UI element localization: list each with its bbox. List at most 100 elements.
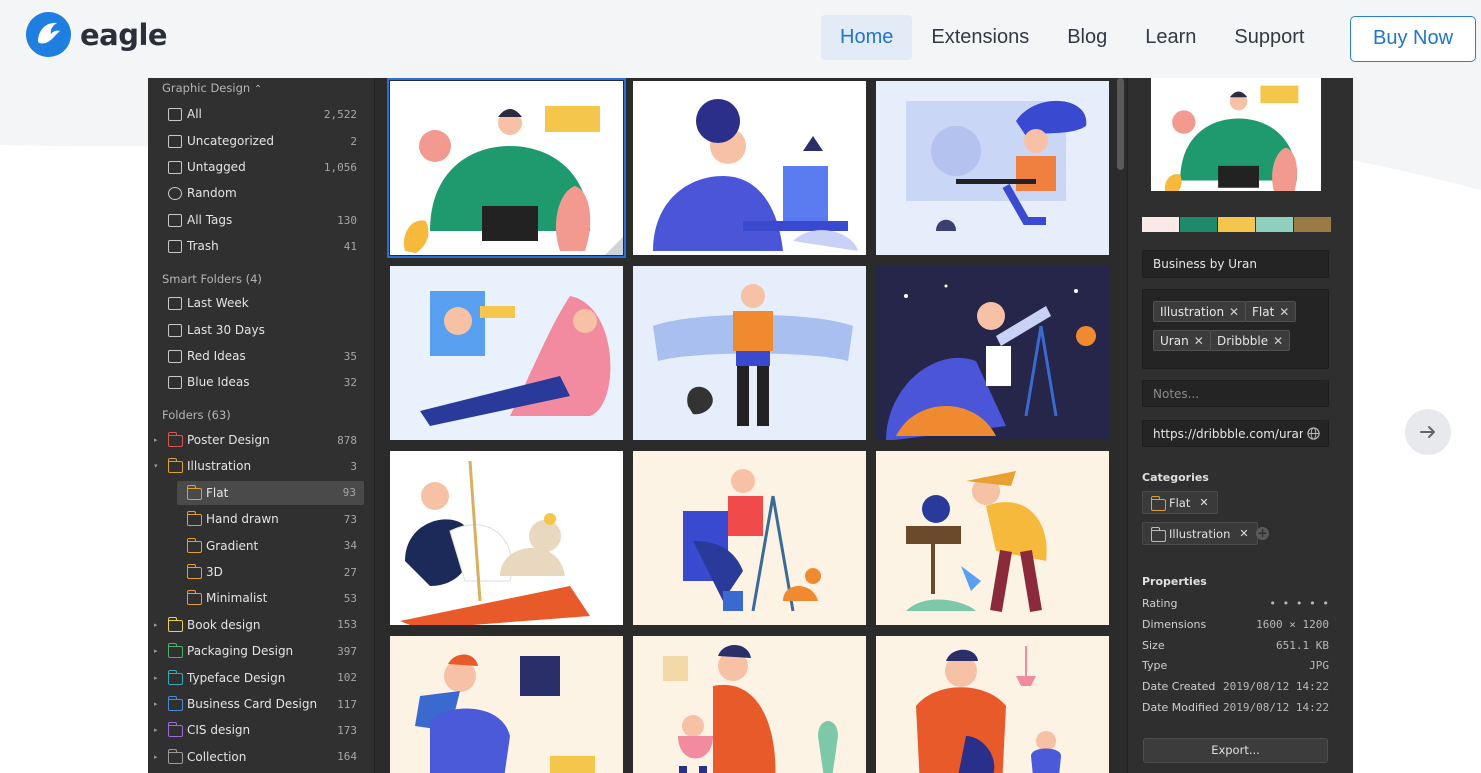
thumbnail-telescope-night[interactable] — [876, 266, 1109, 440]
tag-editor[interactable]: Illustration ✕ Flat ✕ Uran ✕ Dribbble ✕ — [1142, 289, 1329, 369]
buy-now-button[interactable]: Buy Now — [1350, 16, 1476, 62]
palette-swatch[interactable] — [1218, 217, 1255, 232]
folder-item[interactable]: ▸ CIS design 173 — [148, 718, 374, 742]
folders-heading[interactable]: Folders (63) — [162, 408, 231, 422]
library-switcher[interactable]: Graphic Design ⌃ — [162, 81, 262, 95]
nav-extensions[interactable]: Extensions — [912, 15, 1048, 60]
remove-tag-icon[interactable]: ✕ — [1279, 305, 1289, 319]
sidebar-item-trash[interactable]: Trash 41 — [148, 234, 374, 258]
smart-folder-last-30-days[interactable]: Last 30 Days — [148, 318, 374, 342]
nav-support[interactable]: Support — [1215, 15, 1323, 60]
collapsed-caret-icon[interactable]: ▸ — [154, 726, 158, 734]
add-category-icon[interactable]: + — [1256, 527, 1269, 540]
nav-learn[interactable]: Learn — [1126, 15, 1215, 60]
top-navigation: eagle Home Extensions Blog Learn Support… — [0, 0, 1481, 78]
thumbnail-man-cat-fishing[interactable] — [390, 451, 623, 625]
selected-item-preview[interactable] — [1151, 78, 1321, 191]
collapsed-caret-icon[interactable]: ▸ — [154, 674, 158, 682]
folder-item[interactable]: ▸ Collection 164 — [148, 745, 374, 769]
notes-field[interactable]: Notes... — [1142, 380, 1329, 407]
property-label: Date Created — [1142, 680, 1216, 694]
folder-label: Illustration — [187, 459, 252, 474]
smart-folder-last-week[interactable]: Last Week — [148, 291, 374, 315]
category-flat[interactable]: Flat ✕ — [1142, 491, 1218, 514]
nav-blog[interactable]: Blog — [1048, 15, 1126, 60]
folder-icon — [167, 458, 183, 474]
remove-category-icon[interactable]: ✕ — [1199, 496, 1208, 509]
palette-swatch[interactable] — [1294, 217, 1331, 232]
thumbnail-woman-laptop-bird[interactable] — [633, 81, 866, 255]
folder-item[interactable]: ▸ Packaging Design 397 — [148, 639, 374, 663]
smart-folder-blue-ideas[interactable]: Blue Ideas 32 — [148, 370, 374, 394]
thumbnail-man-vr-cat[interactable] — [633, 266, 866, 440]
folder-item[interactable]: Gradient 34 — [148, 534, 374, 558]
remove-tag-icon[interactable]: ✕ — [1194, 334, 1204, 348]
folder-item[interactable]: Minimalist 53 — [148, 586, 374, 610]
category-illustration[interactable]: Illustration ✕ — [1142, 522, 1258, 545]
thumbnail-mother-child-tea[interactable] — [876, 636, 1109, 773]
property-value: JPG — [1309, 659, 1329, 673]
remove-tag-icon[interactable]: ✕ — [1229, 305, 1239, 319]
folder-item[interactable]: ▸ Poster Design 878 — [148, 428, 374, 452]
folder-item[interactable]: Flat 93 — [177, 480, 364, 505]
export-button[interactable]: Export... — [1143, 738, 1328, 763]
thumbnail-father-child-painting[interactable] — [633, 636, 866, 773]
palette-swatch[interactable] — [1256, 217, 1293, 232]
thumbnail-gardener-watering[interactable] — [876, 451, 1109, 625]
folder-icon — [186, 590, 202, 606]
zoom-corner-icon[interactable] — [605, 237, 623, 255]
next-slide-button[interactable] — [1405, 409, 1451, 455]
folder-item[interactable]: ▸ Typeface Design 102 — [148, 666, 374, 690]
sidebar-item-untagged[interactable]: Untagged 1,056 — [148, 155, 374, 179]
collapsed-caret-icon[interactable]: ▸ — [154, 753, 158, 761]
tag-illustration[interactable]: Illustration ✕ — [1153, 301, 1247, 322]
tag-dribbble[interactable]: Dribbble ✕ — [1210, 330, 1291, 351]
item-title-field[interactable]: Business by Uran — [1142, 250, 1329, 278]
remove-tag-icon[interactable]: ✕ — [1273, 334, 1283, 348]
sidebar-item-random[interactable]: Random — [148, 181, 374, 205]
thumbnail-woman-phone-chat[interactable] — [390, 266, 623, 440]
property-row: Date Created 2019/08/12 14:22 — [1142, 680, 1329, 696]
sidebar-item-uncategorized[interactable]: Uncategorized 2 — [148, 129, 374, 153]
thumbnail-business-illustration[interactable] — [387, 78, 626, 258]
grid-scrollbar[interactable] — [1117, 78, 1124, 170]
sidebar-item-all-tags[interactable]: All Tags 130 — [148, 208, 374, 232]
tag-uran[interactable]: Uran ✕ — [1153, 330, 1211, 351]
tag-flat[interactable]: Flat ✕ — [1245, 301, 1297, 322]
collapsed-caret-icon[interactable]: ▸ — [154, 700, 158, 708]
folder-icon — [186, 511, 202, 527]
folder-count: 164 — [337, 750, 357, 764]
smart-folders-heading[interactable]: Smart Folders (4) — [162, 272, 262, 286]
rating-stars[interactable]: • • • • • — [1269, 597, 1329, 610]
folder-item[interactable]: Hand drawn 73 — [148, 507, 374, 531]
expanded-caret-icon[interactable]: ▾ — [154, 462, 158, 470]
globe-icon[interactable] — [1307, 427, 1320, 440]
property-value: 651.1 KB — [1276, 638, 1329, 652]
nav-home[interactable]: Home — [821, 15, 913, 60]
collapsed-caret-icon[interactable]: ▸ — [154, 621, 158, 629]
palette-swatch[interactable] — [1142, 217, 1179, 232]
sidebar-item-count: 35 — [343, 349, 357, 363]
folder-item[interactable]: ▸ Book design 153 — [148, 613, 374, 637]
palette-swatch[interactable] — [1180, 217, 1217, 232]
url-field[interactable]: https://dribbble.com/uranc — [1142, 420, 1329, 447]
smart-folder-red-ideas[interactable]: Red Ideas 35 — [148, 344, 374, 368]
thumbnail-man-reading[interactable] — [390, 636, 623, 773]
folder-item[interactable]: 3D 27 — [148, 560, 374, 584]
folder-label: 3D — [206, 565, 223, 579]
sidebar-item-count: 32 — [343, 375, 357, 389]
thumbnail-woman-desk-cat[interactable] — [876, 81, 1109, 255]
collapsed-caret-icon[interactable]: ▸ — [154, 647, 158, 655]
sidebar-item-count: 2 — [350, 134, 357, 148]
thumbnail-painter-easel[interactable] — [633, 451, 866, 625]
folder-icon — [167, 722, 183, 738]
folder-item[interactable]: ▸ Business Card Design 117 — [148, 692, 374, 716]
property-value: 2019/08/12 14:22 — [1223, 680, 1329, 694]
sidebar-item-all[interactable]: All 2,522 — [148, 102, 374, 126]
collapsed-caret-icon[interactable]: ▸ — [154, 436, 158, 444]
folder-icon — [167, 432, 183, 447]
remove-category-icon[interactable]: ✕ — [1239, 527, 1248, 540]
sidebar-item-count: 2,522 — [323, 107, 357, 121]
brand-logo[interactable]: eagle — [26, 12, 168, 57]
folder-item[interactable]: ▾ Illustration 3 — [148, 454, 374, 478]
